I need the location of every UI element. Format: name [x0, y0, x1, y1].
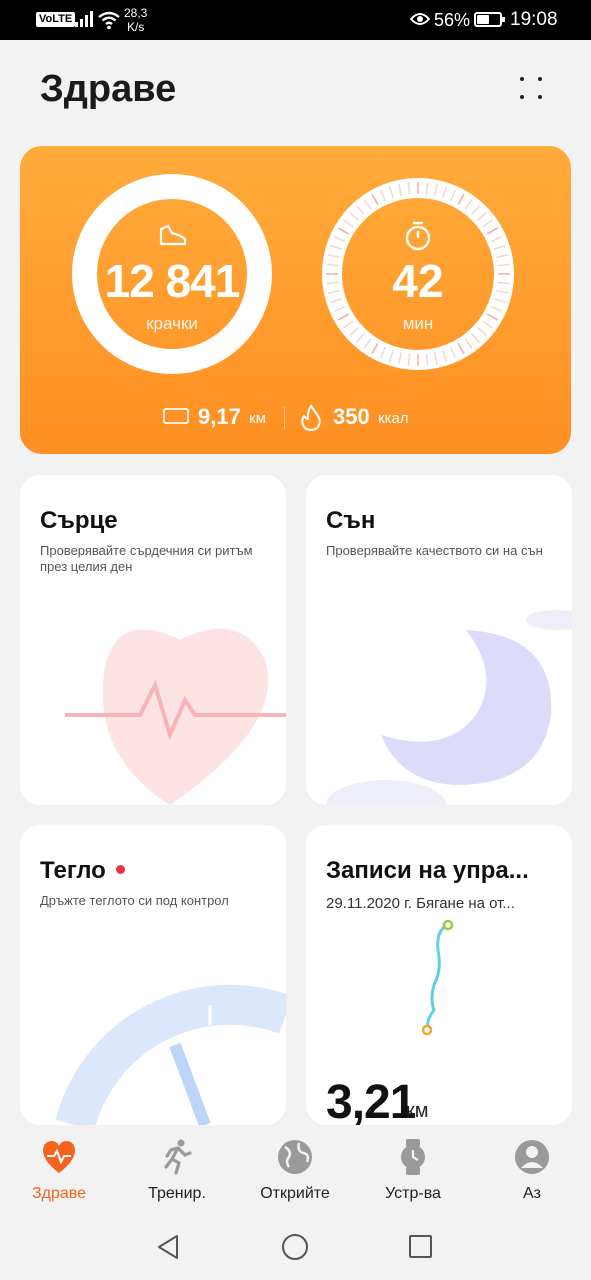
status-bar: VoLTE 28,3 K/s 56% 19:08	[0, 0, 591, 40]
battery-level	[477, 15, 489, 24]
volte-indicator: VoLTE	[36, 12, 76, 27]
home-icon[interactable]	[282, 1234, 308, 1260]
battery-percent: 56%	[434, 10, 471, 30]
minutes-ring: 42 мин	[318, 174, 518, 374]
system-navigation-bar	[0, 1215, 591, 1280]
nav-me-label: Аз	[522, 1185, 541, 1202]
minutes-value: 42	[392, 255, 444, 307]
globe-icon	[278, 1140, 312, 1174]
nav-discover[interactable]: Открийте	[240, 1137, 350, 1203]
notification-dot	[116, 865, 125, 874]
distance-value: 9,17	[198, 404, 241, 429]
back-icon[interactable]	[155, 1233, 183, 1261]
signal-icon	[75, 11, 93, 27]
scale-gauge-icon	[55, 985, 286, 1125]
sleep-subtitle: Проверявайте качеството си на сън	[326, 543, 543, 558]
nav-me[interactable]: Аз	[477, 1137, 587, 1203]
flame-icon	[301, 404, 321, 431]
network-speed: 28,3 K/s	[124, 6, 148, 34]
heart-illustration-icon	[65, 628, 286, 805]
nav-devices[interactable]: Устр-ва	[358, 1137, 468, 1203]
runner-icon	[164, 1139, 192, 1175]
moon-illustration-icon	[326, 610, 572, 805]
summary-divider	[284, 407, 285, 429]
route-map-icon	[421, 919, 454, 1036]
nav-workouts[interactable]: Тренир.	[122, 1137, 232, 1203]
heart-icon	[43, 1141, 75, 1173]
calories-value: 350	[333, 404, 370, 429]
ruler-icon	[163, 408, 189, 424]
activity-card[interactable]: 12 841 крачки 42 мин 9,17 км 350 ккал	[20, 146, 571, 454]
sleep-title: Сън	[326, 507, 376, 534]
shoe-icon	[159, 224, 187, 246]
page-title: Здраве	[40, 68, 177, 110]
nav-health[interactable]: Здраве	[4, 1137, 114, 1203]
heart-tile[interactable]: Сърце Проверявайте сърдечния си ритъм пр…	[20, 475, 286, 805]
recent-apps-icon[interactable]	[409, 1235, 432, 1258]
calories-unit: ккал	[378, 410, 409, 427]
heart-subtitle: Проверявайте сърдечния си ритъм през цел…	[40, 543, 253, 574]
steps-ring: 12 841 крачки	[72, 174, 272, 374]
minutes-unit: мин	[402, 314, 434, 333]
weight-subtitle: Дръжте теглото си под контрол	[40, 893, 229, 908]
watch-icon	[401, 1139, 425, 1175]
exercise-distance-value: 3,21	[326, 1076, 416, 1125]
bottom-navigation: Здраве Тренир. Открийте Устр-ва Аз	[0, 1125, 591, 1215]
steps-value: 12 841	[104, 255, 241, 307]
activity-summary: 9,17 км 350 ккал	[20, 402, 571, 432]
weight-title: Тегло	[40, 857, 106, 884]
exercise-records-tile[interactable]: Записи на упра... 29.11.2020 г. Бягане н…	[306, 825, 572, 1125]
steps-unit: крачки	[146, 314, 198, 333]
weight-tile[interactable]: Тегло Дръжте теглото си под контрол	[20, 825, 286, 1125]
wifi-icon	[98, 11, 120, 30]
nav-health-label: Здраве	[31, 1185, 86, 1202]
exercise-title: Записи на упра...	[326, 857, 529, 884]
nav-devices-label: Устр-ва	[385, 1185, 441, 1202]
eye-comfort-icon	[410, 13, 430, 25]
stopwatch-icon	[405, 221, 431, 251]
more-options-icon[interactable]	[516, 74, 548, 104]
battery-icon	[474, 12, 505, 27]
exercise-distance-unit: км	[406, 1100, 429, 1122]
heart-title: Сърце	[40, 507, 118, 534]
nav-workouts-label: Тренир.	[148, 1185, 206, 1202]
distance-unit: км	[249, 410, 266, 427]
sleep-tile[interactable]: Сън Проверявайте качеството си на сън	[306, 475, 572, 805]
profile-icon	[515, 1140, 549, 1174]
clock: 19:08	[510, 9, 558, 30]
nav-discover-label: Открийте	[260, 1185, 330, 1202]
exercise-subtitle: 29.11.2020 г. Бягане на от...	[326, 895, 515, 912]
